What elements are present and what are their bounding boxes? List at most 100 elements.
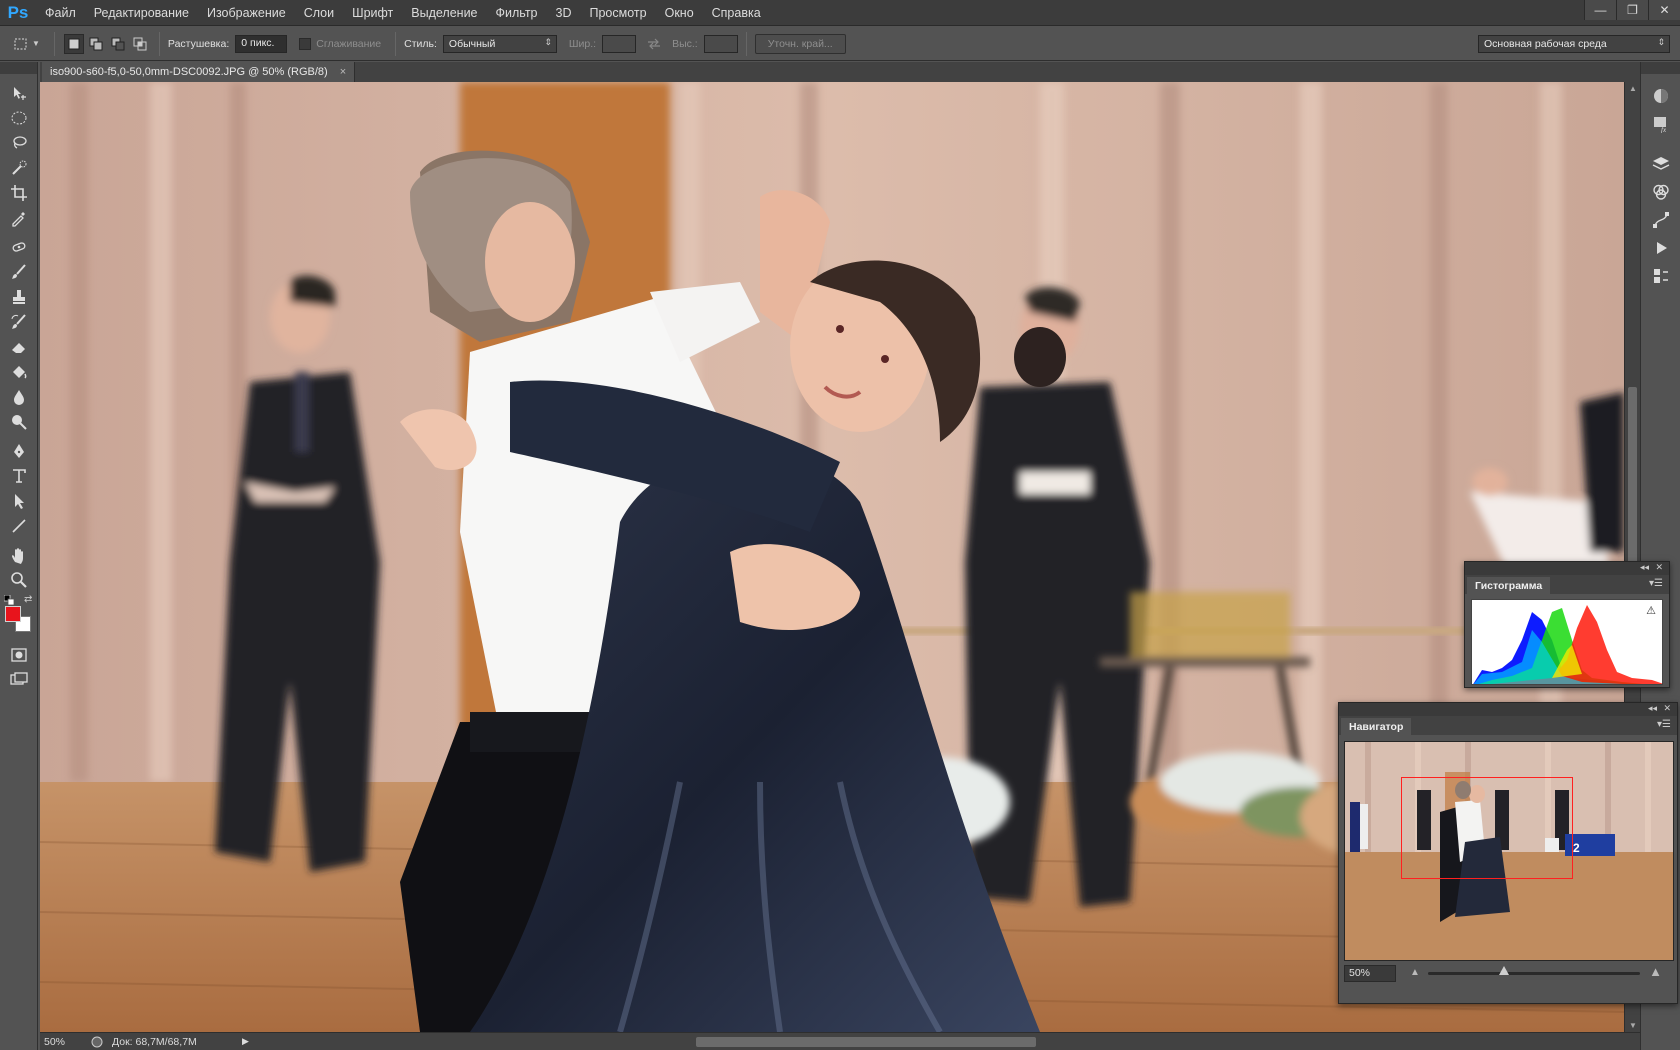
menu-type[interactable]: Шрифт <box>343 0 402 26</box>
menu-window[interactable]: Окно <box>656 0 703 26</box>
histogram-tab[interactable]: Гистограмма <box>1467 577 1551 594</box>
close-panel-icon[interactable]: ✕ <box>1655 562 1663 573</box>
clone-stamp-tool[interactable] <box>0 284 38 309</box>
menu-image[interactable]: Изображение <box>198 0 295 26</box>
status-info-icon[interactable] <box>90 1035 104 1049</box>
foreground-color[interactable] <box>5 606 21 622</box>
menu-layers[interactable]: Слои <box>295 0 343 26</box>
navigator-thumbnail[interactable]: 2 <box>1344 741 1674 961</box>
crop-icon <box>11 184 27 201</box>
pen-icon <box>14 443 24 458</box>
intersect-selection-icon[interactable] <box>130 34 150 54</box>
brush-tool[interactable] <box>0 259 38 284</box>
lasso-tool[interactable] <box>0 130 38 155</box>
eraser-tool[interactable] <box>0 334 38 359</box>
horizontal-scrollbar[interactable] <box>256 1034 1640 1049</box>
cache-warning-icon[interactable]: ⚠ <box>1646 604 1656 617</box>
quick-selection-tool[interactable] <box>0 155 38 180</box>
feather-input[interactable]: 0 пикс. <box>235 34 288 53</box>
quick-mask-icon <box>11 647 27 662</box>
crop-tool[interactable] <box>0 180 38 205</box>
tool-preset-marquee-icon[interactable] <box>11 34 31 54</box>
navigator-zoom-field[interactable]: 50% <box>1344 964 1396 982</box>
close-panel-icon[interactable]: ✕ <box>1663 703 1671 714</box>
menu-view[interactable]: Просмотр <box>581 0 656 26</box>
new-selection-icon[interactable] <box>63 33 84 54</box>
paint-bucket-tool[interactable] <box>0 359 38 384</box>
swap-colors-icon[interactable]: ⇄ <box>24 594 32 605</box>
add-selection-icon[interactable] <box>86 34 106 54</box>
marquee-icon <box>11 111 27 124</box>
navigator-panel: ◂◂ ✕ Навигатор ▾☰ 2 50% ▲ ▲ <box>1338 702 1678 1004</box>
tab-close-icon[interactable]: × <box>340 66 346 78</box>
height-input[interactable] <box>703 34 738 53</box>
navigator-view-box[interactable] <box>1401 777 1573 879</box>
history-brush-tool[interactable] <box>0 309 38 334</box>
updown-arrow-icon: ⇕ <box>544 36 552 47</box>
move-tool[interactable] <box>0 80 38 105</box>
menu-edit[interactable]: Редактирование <box>85 0 198 26</box>
menu-file[interactable]: Файл <box>36 0 85 26</box>
horizontal-scroll-thumb[interactable] <box>696 1036 1036 1047</box>
paths-dock-button[interactable] <box>1641 206 1680 234</box>
zoom-tool[interactable] <box>0 567 38 592</box>
swap-width-height-icon[interactable] <box>644 34 664 54</box>
line-icon <box>12 518 26 533</box>
menu-3d[interactable]: 3D <box>547 0 581 26</box>
antialias-checkbox[interactable] <box>299 37 312 50</box>
type-icon <box>13 468 26 483</box>
scroll-up-icon[interactable]: ▲ <box>1629 84 1637 93</box>
hand-icon <box>12 547 23 564</box>
layers-dock-button[interactable] <box>1641 150 1680 178</box>
marquee-tool[interactable] <box>0 105 38 130</box>
panel-menu-icon[interactable]: ▾☰ <box>1649 578 1663 589</box>
dodge-tool[interactable] <box>0 409 38 434</box>
workspace-select[interactable]: Основная рабочая среда ⇕ <box>1478 34 1670 53</box>
restore-button[interactable]: ❐ <box>1616 0 1648 20</box>
zoom-level-field[interactable]: 50% <box>40 1036 90 1048</box>
scroll-down-icon[interactable]: ▼ <box>1629 1021 1637 1030</box>
histogram-panel-header[interactable]: ◂◂ ✕ <box>1465 562 1669 575</box>
quick-mask-button[interactable] <box>0 642 38 667</box>
document-tab[interactable]: iso900-s60-f5,0-50,0mm-DSC0092.JPG @ 50%… <box>42 62 356 82</box>
navigator-dock-button[interactable] <box>1641 82 1680 110</box>
refine-edge-button[interactable]: Уточн. край... <box>754 33 846 54</box>
hand-tool[interactable] <box>0 542 38 567</box>
actions-dock-button[interactable] <box>1641 234 1680 262</box>
navigator-panel-header[interactable]: ◂◂ ✕ <box>1339 703 1677 716</box>
zoom-slider-track[interactable] <box>1428 972 1640 975</box>
minimize-button[interactable]: — <box>1584 0 1616 20</box>
line-tool[interactable] <box>0 513 38 538</box>
right-dock-header[interactable] <box>1641 62 1680 74</box>
style-select[interactable]: Обычный ⇕ <box>442 34 557 53</box>
spot-healing-tool[interactable] <box>0 234 38 259</box>
panel-menu-icon[interactable]: ▾☰ <box>1657 719 1671 730</box>
zoom-in-icon[interactable]: ▲ <box>1649 964 1662 979</box>
subtract-selection-icon[interactable] <box>108 34 128 54</box>
navigator-zoom-slider[interactable]: ▲ ▲ <box>1406 961 1662 985</box>
type-tool[interactable] <box>0 463 38 488</box>
close-button[interactable]: ✕ <box>1648 0 1680 20</box>
zoom-out-icon[interactable]: ▲ <box>1410 967 1420 978</box>
width-input[interactable] <box>602 34 637 53</box>
default-colors-icon[interactable] <box>3 594 15 606</box>
collapse-panel-icon[interactable]: ◂◂ <box>1640 562 1649 573</box>
tool-preset-dropdown-icon[interactable]: ▼ <box>32 39 40 48</box>
collapse-panel-icon[interactable]: ◂◂ <box>1648 703 1657 714</box>
menu-filter[interactable]: Фильтр <box>487 0 547 26</box>
tools-panel-header[interactable] <box>0 62 37 74</box>
menu-help[interactable]: Справка <box>703 0 770 26</box>
eyedropper-tool[interactable] <box>0 205 38 230</box>
history-dock-button[interactable] <box>1641 262 1680 290</box>
status-menu-arrow-icon[interactable]: ▶ <box>242 1036 252 1047</box>
pen-tool[interactable] <box>0 438 38 463</box>
blur-tool[interactable] <box>0 384 38 409</box>
navigator-tab[interactable]: Навигатор <box>1341 718 1412 735</box>
path-selection-tool[interactable] <box>0 488 38 513</box>
menu-select[interactable]: Выделение <box>402 0 486 26</box>
zoom-slider-thumb[interactable] <box>1499 966 1509 975</box>
clone-stamp-icon <box>13 289 25 304</box>
styles-dock-button[interactable]: fx <box>1641 110 1680 138</box>
channels-dock-button[interactable] <box>1641 178 1680 206</box>
screen-mode-button[interactable] <box>0 667 38 692</box>
